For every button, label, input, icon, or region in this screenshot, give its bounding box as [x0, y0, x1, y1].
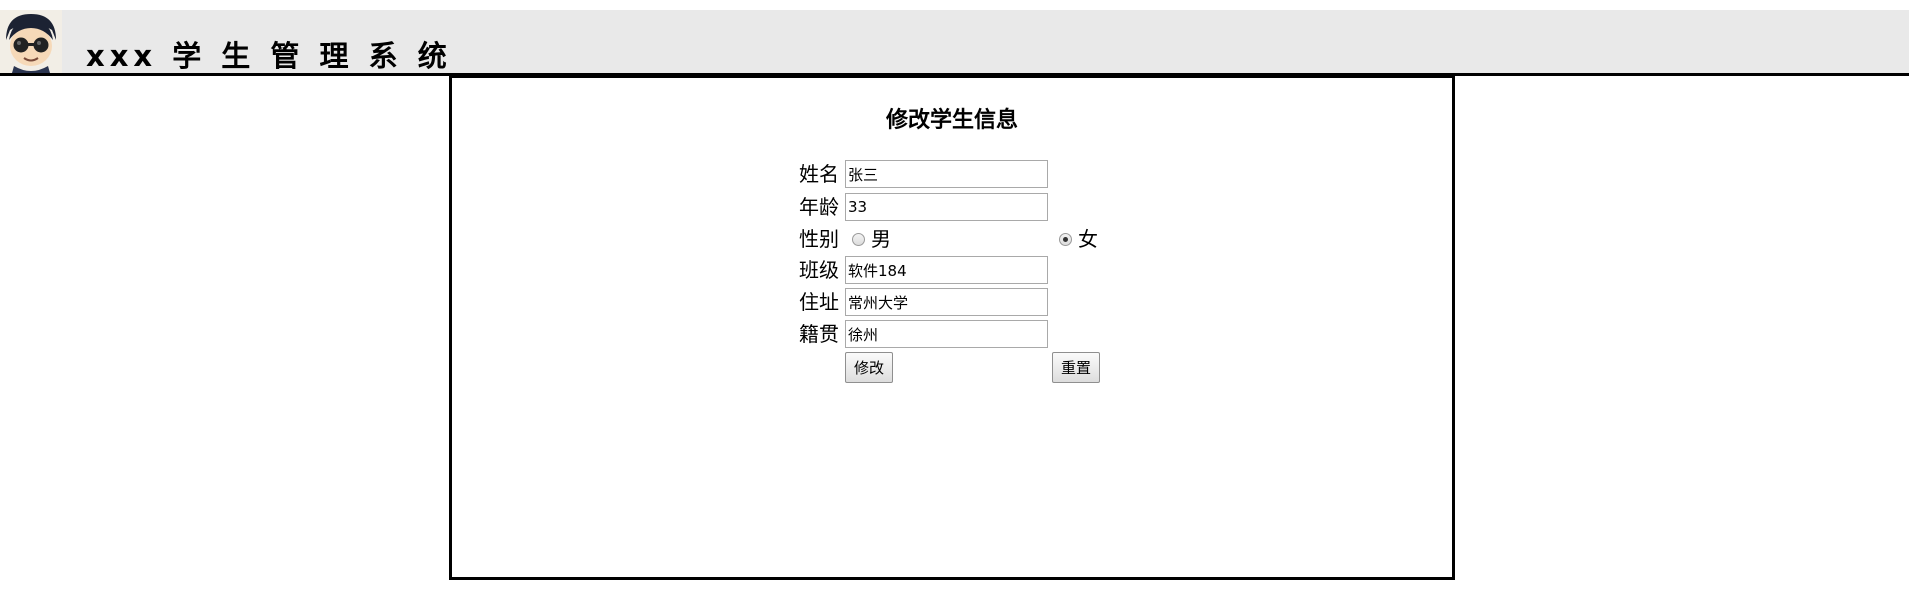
cartoon-avatar-icon [0, 10, 62, 73]
site-title: xxx 学 生 管 理 系 统 [86, 39, 452, 73]
app-header: xxx 学 生 管 理 系 统 [0, 10, 1909, 76]
radio-unchecked-icon[interactable] [852, 232, 865, 246]
gender-radio-male[interactable]: 男 [852, 225, 891, 253]
class-label: 班级 [799, 258, 839, 282]
address-label: 住址 [799, 290, 839, 314]
gender-option-female-label: 女 [1078, 227, 1098, 251]
age-label: 年龄 [799, 195, 839, 219]
age-input[interactable] [845, 193, 1048, 221]
form-title: 修改学生信息 [885, 108, 1018, 133]
name-label: 姓名 [799, 162, 839, 186]
hometown-input[interactable] [845, 320, 1048, 348]
hometown-label: 籍贯 [799, 322, 839, 346]
submit-button[interactable]: 修改 [845, 352, 894, 383]
name-input[interactable] [845, 160, 1048, 188]
reset-button[interactable]: 重置 [1052, 352, 1101, 383]
gender-label: 性别 [799, 227, 839, 251]
class-input[interactable] [845, 256, 1048, 284]
address-input[interactable] [845, 288, 1048, 316]
gender-option-male-label: 男 [871, 227, 891, 251]
gender-radio-female[interactable]: 女 [1059, 225, 1098, 253]
radio-checked-icon[interactable] [1059, 232, 1072, 246]
